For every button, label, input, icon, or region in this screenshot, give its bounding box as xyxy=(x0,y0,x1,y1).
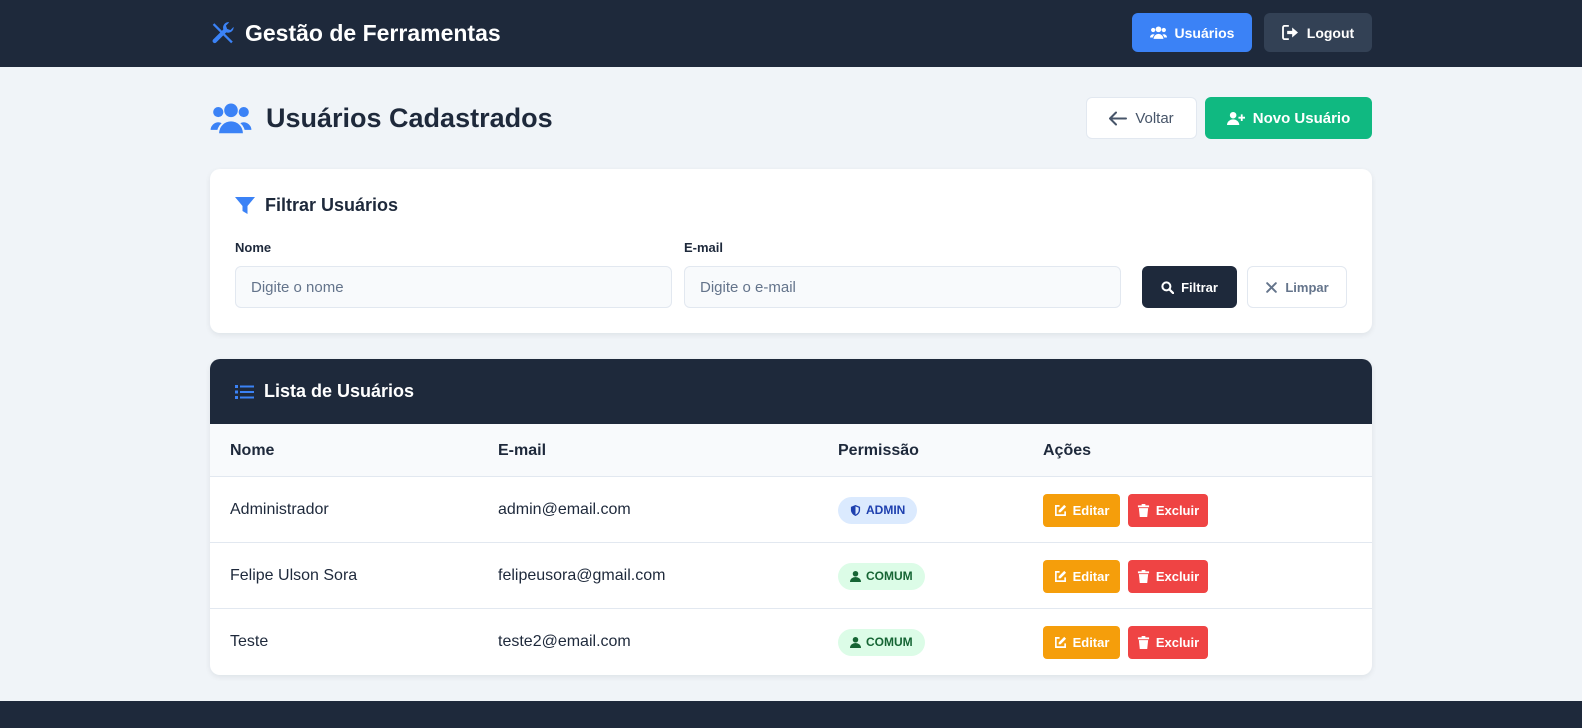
new-user-button[interactable]: Novo Usuário xyxy=(1205,97,1372,139)
new-user-label: Novo Usuário xyxy=(1252,109,1351,127)
permission-cell: COMUM xyxy=(838,543,925,609)
status-badge: COMUM xyxy=(838,628,925,656)
user-name: Administrador xyxy=(230,501,329,518)
actions-cell: Editar Excluir xyxy=(1043,477,1208,543)
status-badge: COMUM xyxy=(838,562,925,590)
user-plus-icon xyxy=(1226,111,1245,125)
page-title-text: Usuários Cadastrados xyxy=(266,102,553,133)
column-header-nome: Nome xyxy=(230,441,275,459)
filter-title-text: Filtrar Usuários xyxy=(265,195,399,215)
column-header-acoes: Ações xyxy=(1043,441,1092,459)
delete-button[interactable]: Excluir xyxy=(1128,559,1208,593)
top-navbar: Gestão de Ferramentas Usuários Logout xyxy=(0,0,1582,67)
trash-icon xyxy=(1137,569,1149,583)
table-row: Administrador admin@email.com ADMIN Edit… xyxy=(210,477,1372,543)
user-email: teste2@email.com xyxy=(498,633,631,650)
users-icon xyxy=(210,103,252,134)
arrow-left-icon xyxy=(1109,111,1128,125)
list-header: Lista de Usuários xyxy=(210,359,1372,424)
user-name: Felipe Ulson Sora xyxy=(230,567,358,584)
edit-label: Editar xyxy=(1072,634,1110,650)
back-button[interactable]: Voltar xyxy=(1086,97,1197,139)
tools-icon xyxy=(212,22,234,44)
trash-icon xyxy=(1137,635,1149,649)
filter-button-label: Filtrar xyxy=(1181,279,1218,295)
shield-icon xyxy=(850,504,861,516)
brand-title: Gestão de Ferramentas xyxy=(245,19,501,46)
users-nav-label: Usuários xyxy=(1174,24,1235,41)
delete-label: Excluir xyxy=(1155,568,1200,584)
filter-title: Filtrar Usuários xyxy=(235,195,398,216)
table-row: Teste teste2@email.com COMUM Editar Excl… xyxy=(210,609,1372,675)
permission-text: COMUM xyxy=(866,569,913,583)
brand[interactable]: Gestão de Ferramentas xyxy=(210,18,501,48)
filter-card: Filtrar Usuários Nome E-mail Filtrar Lim… xyxy=(210,169,1372,333)
logout-icon xyxy=(1281,25,1298,40)
edit-icon xyxy=(1054,504,1066,516)
user-icon xyxy=(850,570,861,582)
table-row: Felipe Ulson Sora felipeusora@gmail.com … xyxy=(210,543,1372,609)
actions-cell: Editar Excluir xyxy=(1043,543,1208,609)
filter-button[interactable]: Filtrar xyxy=(1142,266,1237,308)
column-header-permissao: Permissão xyxy=(838,441,919,459)
permission-text: COMUM xyxy=(866,635,913,649)
logout-button[interactable]: Logout xyxy=(1264,13,1372,52)
table-header: Nome E-mail Permissão Ações xyxy=(210,424,1372,477)
permission-cell: ADMIN xyxy=(838,477,918,543)
delete-button[interactable]: Excluir xyxy=(1128,625,1208,659)
delete-button[interactable]: Excluir xyxy=(1128,493,1208,527)
edit-icon xyxy=(1054,636,1066,648)
email-label: E-mail xyxy=(684,240,724,255)
clear-button-label: Limpar xyxy=(1285,279,1329,295)
delete-label: Excluir xyxy=(1155,502,1200,518)
users-list-card: Lista de Usuários Nome E-mail Permissão … xyxy=(210,359,1372,675)
clear-button[interactable]: Limpar xyxy=(1247,266,1347,308)
edit-label: Editar xyxy=(1072,568,1110,584)
user-icon xyxy=(850,636,861,648)
trash-icon xyxy=(1137,503,1149,517)
email-input[interactable] xyxy=(684,266,1121,308)
logout-label: Logout xyxy=(1306,24,1355,41)
edit-label: Editar xyxy=(1072,502,1110,518)
name-input[interactable] xyxy=(235,266,672,308)
list-icon xyxy=(235,384,254,399)
delete-label: Excluir xyxy=(1155,634,1200,650)
status-badge: ADMIN xyxy=(838,496,918,524)
close-icon xyxy=(1266,281,1278,293)
user-name: Teste xyxy=(230,633,269,650)
actions-cell: Editar Excluir xyxy=(1043,609,1208,675)
search-icon xyxy=(1161,280,1175,294)
edit-button[interactable]: Editar xyxy=(1043,493,1120,527)
filter-icon xyxy=(235,196,255,214)
edit-button[interactable]: Editar xyxy=(1043,625,1120,659)
users-icon xyxy=(1149,26,1167,39)
list-title: Lista de Usuários xyxy=(264,381,415,401)
page-title: Usuários Cadastrados xyxy=(210,98,553,138)
edit-button[interactable]: Editar xyxy=(1043,559,1120,593)
edit-icon xyxy=(1054,570,1066,582)
user-email: felipeusora@gmail.com xyxy=(498,567,666,584)
name-label: Nome xyxy=(235,240,272,255)
user-email: admin@email.com xyxy=(498,501,631,518)
column-header-email: E-mail xyxy=(498,441,547,459)
permission-text: ADMIN xyxy=(866,503,906,517)
permission-cell: COMUM xyxy=(838,609,925,675)
back-label: Voltar xyxy=(1135,109,1174,127)
footer xyxy=(0,701,1582,728)
users-nav-button[interactable]: Usuários xyxy=(1132,13,1252,52)
